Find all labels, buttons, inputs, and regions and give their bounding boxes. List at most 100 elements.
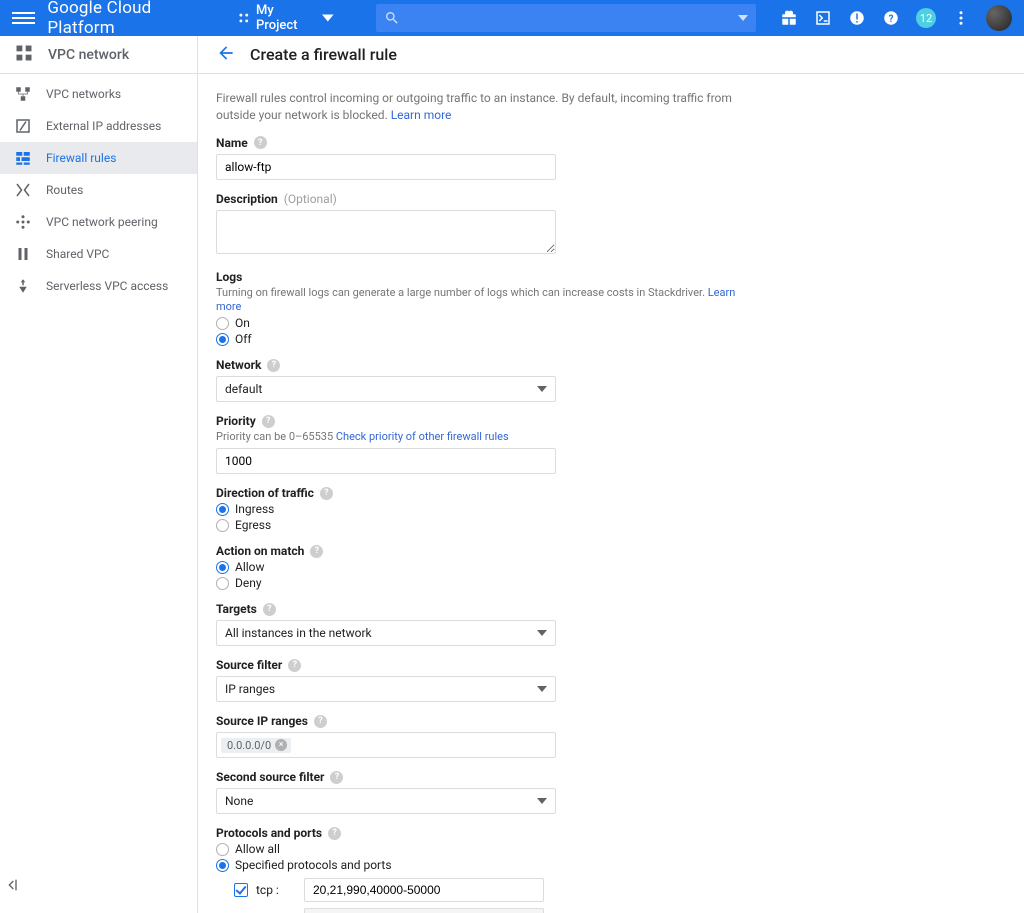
ingress-radio[interactable]	[216, 503, 229, 516]
page-intro: Firewall rules control incoming or outgo…	[216, 90, 760, 124]
direction-ingress-option[interactable]: Ingress	[216, 502, 760, 516]
name-input[interactable]	[216, 154, 556, 180]
help-icon[interactable]: ?	[330, 771, 343, 784]
more-vert-icon[interactable]	[952, 9, 970, 27]
tcp-row: tcp :	[234, 878, 760, 902]
egress-radio[interactable]	[216, 519, 229, 532]
priority-label: Priority	[216, 414, 256, 428]
gcp-logo-text: Google Cloud Platform	[47, 0, 218, 38]
network-value: default	[225, 382, 262, 396]
allow-all-radio[interactable]	[216, 843, 229, 856]
back-button[interactable]	[216, 43, 236, 67]
project-selector[interactable]: My Project	[238, 3, 334, 33]
caret-down-icon	[537, 796, 547, 806]
cloud-shell-icon[interactable]	[814, 9, 832, 27]
notifications-icon[interactable]	[848, 9, 866, 27]
help-icon[interactable]: ?	[288, 659, 301, 672]
nav-label: VPC network peering	[46, 215, 158, 229]
protocols-specified-option[interactable]: Specified protocols and ports	[216, 858, 760, 872]
action-allow-option[interactable]: Allow	[216, 560, 760, 574]
sidebar: VPC network VPC networks External IP add…	[0, 36, 198, 913]
help-icon[interactable]: ?	[263, 603, 276, 616]
second-source-filter-select[interactable]: None	[216, 788, 556, 814]
routes-icon	[14, 181, 32, 199]
second-source-filter-label: Second source filter	[216, 770, 324, 784]
tcp-ports-input[interactable]	[304, 878, 544, 902]
nav-serverless-vpc[interactable]: Serverless VPC access	[0, 270, 197, 302]
nav-external-ip[interactable]: External IP addresses	[0, 110, 197, 142]
network-label: Network	[216, 358, 261, 372]
source-ip-input[interactable]: 0.0.0.0/0 ×	[216, 732, 556, 758]
protocols-allow-all-option[interactable]: Allow all	[216, 842, 760, 856]
chip-remove-icon[interactable]: ×	[275, 739, 287, 751]
caret-down-icon	[537, 628, 547, 638]
search-caret-icon[interactable]	[738, 13, 748, 23]
sidebar-nav: VPC networks External IP addresses Firew…	[0, 74, 197, 302]
nav-shared-vpc[interactable]: Shared VPC	[0, 238, 197, 270]
description-input[interactable]	[216, 210, 556, 254]
sidebar-collapse-toggle[interactable]	[0, 869, 197, 913]
help-icon[interactable]: ?	[328, 827, 341, 840]
help-icon[interactable]: ?	[314, 715, 327, 728]
logs-off-radio[interactable]	[216, 333, 229, 346]
help-icon[interactable]: ?	[310, 545, 323, 558]
caret-down-icon	[537, 684, 547, 694]
search-input-container[interactable]	[376, 4, 756, 32]
project-icon	[238, 12, 250, 24]
priority-check-link[interactable]: Check priority of other firewall rules	[336, 430, 509, 443]
searchbar-wrap	[376, 4, 756, 32]
help-icon[interactable]: ?	[262, 415, 275, 428]
search-input[interactable]	[408, 11, 730, 26]
name-label: Name	[216, 136, 248, 150]
project-name: My Project	[256, 3, 316, 33]
main-content: Create a firewall rule Firewall rules co…	[198, 36, 1024, 913]
updates-badge[interactable]: 12	[916, 8, 936, 28]
nav-firewall-rules[interactable]: Firewall rules	[0, 142, 197, 174]
protocols-label: Protocols and ports	[216, 826, 322, 840]
page-header: Create a firewall rule	[198, 36, 1024, 74]
tcp-checkbox[interactable]	[234, 883, 248, 897]
logs-on-option[interactable]: On	[216, 316, 760, 330]
specified-radio[interactable]	[216, 859, 229, 872]
action-deny-option[interactable]: Deny	[216, 576, 760, 590]
shared-icon	[14, 245, 32, 263]
logs-on-radio[interactable]	[216, 317, 229, 330]
priority-help: Priority can be 0–65535 Check priority o…	[216, 430, 760, 444]
caret-down-icon	[322, 12, 334, 24]
nav-label: VPC networks	[46, 87, 121, 101]
svg-text:?: ?	[889, 14, 894, 25]
intro-text: Firewall rules control incoming or outgo…	[216, 91, 732, 122]
arrow-back-icon	[216, 43, 236, 63]
help-icon[interactable]: ?	[882, 9, 900, 27]
direction-label: Direction of traffic	[216, 486, 314, 500]
action-label: Action on match	[216, 544, 304, 558]
nav-label: Routes	[46, 183, 83, 197]
deny-radio[interactable]	[216, 577, 229, 590]
nav-label: Serverless VPC access	[46, 279, 168, 293]
firewall-icon	[14, 149, 32, 167]
description-label: Description	[216, 192, 278, 206]
user-avatar[interactable]	[986, 5, 1012, 31]
allow-radio[interactable]	[216, 561, 229, 574]
network-select[interactable]: default	[216, 376, 556, 402]
source-filter-label: Source filter	[216, 658, 282, 672]
logs-label: Logs	[216, 270, 242, 284]
help-icon[interactable]: ?	[320, 487, 333, 500]
nav-vpc-peering[interactable]: VPC network peering	[0, 206, 197, 238]
nav-vpc-networks[interactable]: VPC networks	[0, 78, 197, 110]
page-title: Create a firewall rule	[250, 45, 397, 64]
topbar: Google Cloud Platform My Project ? 12	[0, 0, 1024, 36]
help-icon[interactable]: ?	[254, 136, 267, 149]
gift-icon[interactable]	[780, 9, 798, 27]
direction-egress-option[interactable]: Egress	[216, 518, 760, 532]
nav-routes[interactable]: Routes	[0, 174, 197, 206]
help-icon[interactable]: ?	[267, 359, 280, 372]
targets-select[interactable]: All instances in the network	[216, 620, 556, 646]
ip-chip-text: 0.0.0.0/0	[227, 739, 271, 752]
priority-input[interactable]	[216, 448, 556, 474]
learn-more-link[interactable]: Learn more	[391, 108, 452, 122]
source-filter-select[interactable]: IP ranges	[216, 676, 556, 702]
udp-ports-input[interactable]	[304, 908, 544, 913]
hamburger-icon[interactable]	[12, 6, 35, 30]
logs-off-option[interactable]: Off	[216, 332, 760, 346]
